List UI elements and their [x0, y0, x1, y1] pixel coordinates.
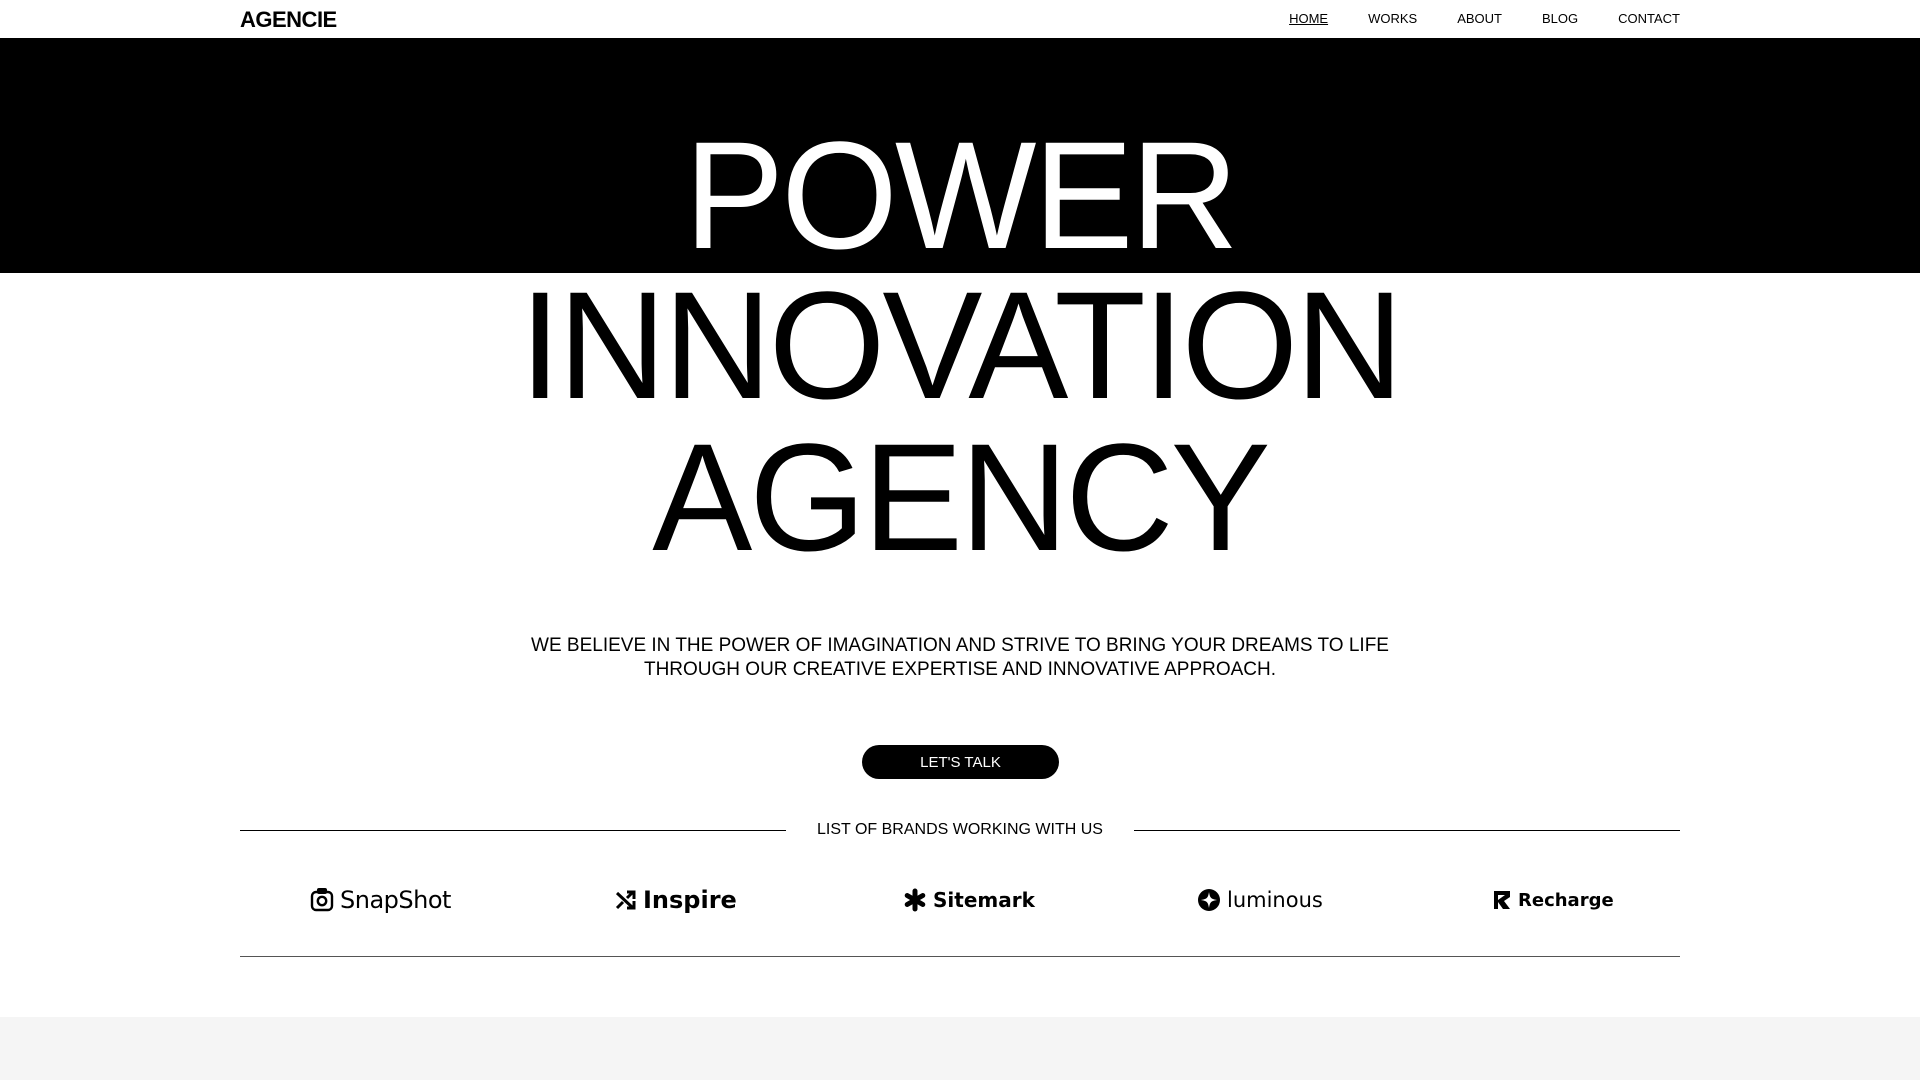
- asterisk-icon: [904, 888, 926, 912]
- nav-contact-link[interactable]: CONTACT: [1618, 11, 1680, 26]
- brand-inspire: Inspire: [615, 880, 737, 920]
- brands-bottom-divider: [240, 956, 1680, 957]
- main-nav: HOME WORKS ABOUT BLOG CONTACT: [1249, 11, 1680, 26]
- hero-headline-line-3: AGENCY: [652, 411, 1270, 583]
- brand-recharge-name: Recharge: [1518, 889, 1614, 911]
- nav-about-link[interactable]: ABOUT: [1457, 11, 1502, 26]
- lets-talk-button[interactable]: LET'S TALK: [862, 745, 1059, 779]
- brands-section-header: LIST OF BRANDS WORKING WITH US: [240, 820, 1680, 842]
- divider-right: [1134, 830, 1680, 831]
- brand-sitemark-name: Sitemark: [933, 888, 1035, 912]
- snapshot-logo-icon: [310, 888, 334, 912]
- nav-works-link[interactable]: WORKS: [1368, 11, 1417, 26]
- brand-logos-row: SnapShot Inspire Sitemark luminous Recha…: [240, 880, 1680, 920]
- star-circle-icon: [1198, 889, 1220, 911]
- brand-snapshot: SnapShot: [310, 880, 451, 920]
- brand-luminous: luminous: [1197, 880, 1323, 920]
- next-section-band: [0, 1017, 1920, 1080]
- tagline-line-2: THROUGH OUR CREATIVE EXPERTISE AND INNOV…: [643, 659, 1277, 680]
- brand-snapshot-name: SnapShot: [340, 886, 451, 914]
- brand-luminous-name: luminous: [1227, 888, 1323, 912]
- brand-recharge: Recharge: [1492, 880, 1614, 920]
- nav-blog-link[interactable]: BLOG: [1542, 11, 1578, 26]
- recharge-logo-icon: [1494, 891, 1510, 909]
- nav-home-link[interactable]: HOME: [1289, 11, 1328, 26]
- hero-tagline: WE BELIEVE IN THE POWER OF IMAGINATION A…: [0, 634, 1920, 682]
- brand-inspire-name: Inspire: [643, 886, 737, 914]
- top-navigation-bar: AGENCIE HOME WORKS ABOUT BLOG CONTACT: [0, 0, 1920, 38]
- shuffle-icon: [615, 890, 636, 910]
- hero-headline-line-2: INNOVATION: [519, 259, 1403, 431]
- brand-sitemark: Sitemark: [903, 880, 1035, 920]
- site-logo[interactable]: AGENCIE: [240, 7, 337, 33]
- hero-headline-line-1: POWER: [684, 109, 1239, 281]
- tagline-line-1: WE BELIEVE IN THE POWER OF IMAGINATION A…: [531, 635, 1389, 656]
- page: AGENCIE HOME WORKS ABOUT BLOG CONTACT PO…: [0, 0, 1920, 1080]
